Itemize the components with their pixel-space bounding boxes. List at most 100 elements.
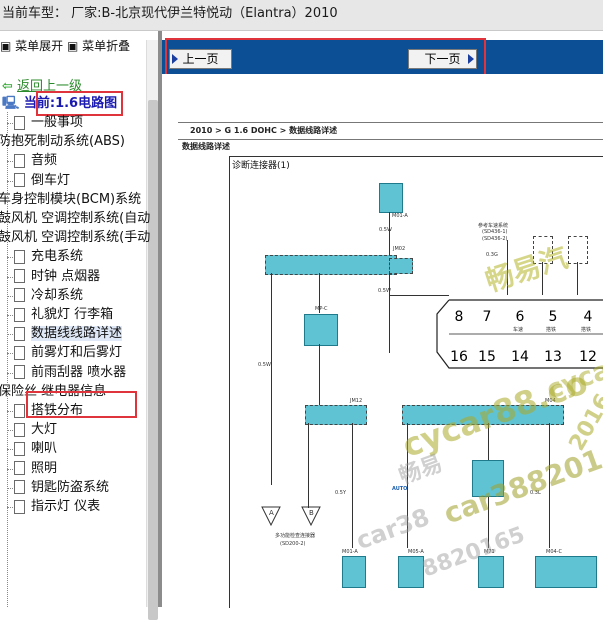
prev-page-button[interactable]: 上一页 — [169, 49, 232, 69]
sidebar-item-label: 钥匙防盗系统 — [31, 479, 110, 495]
document-icon — [14, 307, 25, 322]
sidebar-item[interactable]: 数据线线路详述 — [14, 325, 123, 343]
label-jm12: JM12 — [350, 398, 363, 404]
label-jm02: JM02 — [393, 246, 406, 252]
sidebar-item-label: 鼓风机 空调控制系统(手动 — [0, 230, 151, 246]
document-icon — [14, 345, 25, 360]
sidebar-item-label: 数据线线路详述 — [31, 326, 123, 342]
document-icon — [14, 326, 25, 341]
next-arrow-icon — [468, 54, 474, 64]
sidebar-item-label: 防抱死制动系统(ABS) — [0, 134, 125, 150]
label-m71: M71 — [484, 549, 495, 555]
sidebar-item-label: 照明 — [31, 460, 58, 476]
document-icon — [14, 249, 25, 264]
sidebar-item[interactable]: 指示灯 仪表 — [14, 498, 100, 516]
sidebar-item[interactable]: 大灯 — [14, 421, 57, 439]
connector-pin-caption: 搭铁 — [546, 327, 557, 333]
sidebar-item-label: 音频 — [31, 153, 58, 169]
sidebar-item[interactable]: 冷却系统 — [14, 287, 83, 305]
sidebar-item[interactable]: 鼓风机 空调控制系统(自动 — [0, 210, 150, 228]
wire — [507, 240, 508, 295]
sidebar-item-label: 礼貌灯 行李箱 — [31, 307, 114, 322]
wire — [389, 273, 390, 353]
label-ref2: (SD436-1) — [482, 229, 508, 235]
sidebar-item-label: 保险丝 继电器信息 — [0, 383, 107, 399]
doc-breadcrumb: 2010 > G 1.6 DOHC > 数据线路详述 — [178, 122, 603, 140]
sidebar-item-label: 喇叭 — [31, 441, 58, 457]
sidebar-item[interactable]: 照明 — [14, 460, 57, 478]
connector-pin-bottom: 13 — [544, 349, 562, 365]
sidebar-item-label: 前雨刮器 喷水器 — [31, 364, 127, 380]
wire — [549, 423, 550, 548]
sidebar-item[interactable]: 喇叭 — [14, 440, 57, 458]
current-node[interactable]: 🖳 当前:1.6电路图 — [2, 95, 117, 113]
sidebar-item-label: 大灯 — [31, 422, 58, 438]
connector-pin-caption: 车速 — [513, 327, 524, 333]
sidebar-item[interactable]: 前雾灯和后雾灯 — [14, 344, 122, 362]
back-link[interactable]: ⇦ 返回上一级 — [2, 78, 82, 96]
label-m01a-bottom: M01-A — [342, 549, 358, 555]
sidebar-item-label: 鼓风机 空调控制系统(自动 — [0, 211, 151, 226]
joint-connector-m04 — [402, 405, 564, 425]
sidebar-item-label: 倒车灯 — [31, 172, 71, 188]
menu-expand-collapse[interactable]: ▣ 菜单展开 ▣ 菜单折叠 — [0, 37, 130, 54]
document-icon — [14, 173, 25, 188]
computer-icon: 🖳 — [2, 96, 20, 111]
wire — [352, 423, 353, 548]
wire — [319, 344, 320, 406]
connector-pin-bottom: 12 — [579, 349, 597, 365]
scrollbar-thumb[interactable] — [148, 100, 158, 620]
document-icon — [14, 403, 25, 418]
connector-pin-top: 8 — [454, 309, 464, 325]
document-icon — [14, 441, 25, 456]
document-icon — [14, 499, 25, 514]
window-title: 当前车型： 厂家:B-北京现代伊兰特悦动（Elantra）2010 — [2, 6, 338, 21]
connector-pin-bottom: 16 — [450, 349, 468, 365]
wire — [577, 262, 578, 295]
sidebar-item[interactable]: 一般事项 — [14, 114, 83, 132]
sidebar-item[interactable]: 礼貌灯 行李箱 — [14, 306, 113, 324]
label-ref1: 参考车速系统 — [478, 223, 509, 229]
label-b: B — [309, 509, 314, 517]
connector-pin-caption: 搭铁 — [581, 327, 592, 333]
wire — [308, 423, 309, 508]
document-icon — [14, 365, 25, 380]
sidebar-item[interactable]: 钥匙防盗系统 — [14, 479, 109, 497]
sidebar-item[interactable]: 充电系统 — [14, 248, 83, 266]
fuse-box-right — [568, 236, 588, 264]
instrument-cluster-component — [379, 183, 403, 213]
sidebar-item[interactable]: 前雨刮器 喷水器 — [14, 364, 126, 382]
document-icon — [14, 480, 25, 495]
sidebar-item[interactable]: 时钟 点烟器 — [14, 268, 100, 286]
label-m04: M04 — [545, 398, 556, 404]
label-m01a-top: M01-A — [392, 213, 408, 219]
sidebar-item[interactable]: 车身控制模块(BCM)系统 — [0, 191, 141, 209]
label-wire-03g: 0.3G — [486, 252, 498, 258]
current-node-label: 当前:1.6电路图 — [23, 96, 118, 111]
sidebar-item[interactable]: 防抱死制动系统(ABS) — [0, 133, 125, 151]
connector-pin-top: 6 — [515, 309, 525, 325]
sidebar-item[interactable]: 搭铁分布 — [14, 402, 83, 420]
joint-connector-jm12 — [305, 405, 367, 425]
m71-component — [478, 556, 504, 588]
label-wire-05w-right: 0.5W — [378, 288, 391, 294]
wire — [271, 273, 272, 485]
joint-connector-jm02 — [265, 255, 397, 275]
connector-pin-top: 4 — [583, 309, 593, 325]
fuse-box-left — [533, 236, 553, 264]
sidebar-item[interactable]: 保险丝 继电器信息 — [0, 383, 106, 401]
document-icon — [14, 461, 25, 476]
sidebar-item[interactable]: 倒车灯 — [14, 172, 70, 190]
label-wire-05w: 0.5W — [379, 227, 392, 233]
mp-c-component — [304, 314, 338, 346]
label-wire-05y: 0.5Y — [335, 490, 347, 496]
label-ref3: (SD436-2) — [482, 236, 508, 242]
connector-pin-top: 5 — [548, 309, 558, 325]
document-icon — [14, 288, 25, 303]
sidebar-item[interactable]: 音频 — [14, 152, 57, 170]
sidebar-item[interactable]: 鼓风机 空调控制系统(手动 — [0, 229, 150, 247]
sidebar-item-label: 充电系统 — [31, 249, 84, 265]
next-page-button[interactable]: 下一页 — [408, 49, 477, 69]
back-arrow-icon: ⇦ — [2, 79, 13, 94]
label-m04c: M04-C — [546, 549, 562, 555]
